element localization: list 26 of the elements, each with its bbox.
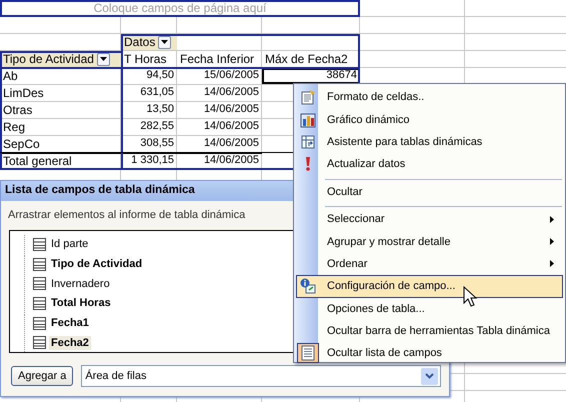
table-cell-text: 282,55 xyxy=(139,119,175,134)
table-cell-text: 14/06/2005 xyxy=(202,136,260,151)
row-field-label: Tipo de Actividad xyxy=(3,51,94,67)
row-label: SepCo xyxy=(2,136,41,152)
table-cell: 14/06/2005 xyxy=(177,153,262,169)
table-cell-text: 94,50 xyxy=(145,68,175,83)
row-label: Otras xyxy=(2,102,34,118)
row-label: Ab xyxy=(2,68,19,84)
table-cell-text: 14/06/2005 xyxy=(202,102,260,117)
table-cell-text: 15/06/2005 xyxy=(202,68,260,83)
data-field-label: Datos xyxy=(124,34,156,50)
table-cell-text: 631,05 xyxy=(139,85,175,100)
column-header: T Horas xyxy=(123,51,168,67)
instruction-text: Arrastrar elementos al informe de tabla dinámica xyxy=(8,209,246,221)
row-label: Total general xyxy=(0,153,121,169)
table-cell: 38674 xyxy=(262,68,360,84)
row-label: LimDes xyxy=(2,85,45,101)
table-cell-text: 14/06/2005 xyxy=(202,85,260,100)
table-cell-text: 308,55 xyxy=(139,136,175,151)
table-cell: 1 330,15 xyxy=(121,153,177,169)
table-cell-text: 13,50 xyxy=(145,102,175,117)
column-header: Fecha Inferior xyxy=(179,51,256,67)
row-label: Reg xyxy=(2,119,26,135)
page-field-drop-area: Coloque campos de página aquí xyxy=(0,0,360,17)
column-header: Máx de Fecha2 xyxy=(264,51,349,67)
table-cell-text: 14/06/2005 xyxy=(202,119,260,134)
